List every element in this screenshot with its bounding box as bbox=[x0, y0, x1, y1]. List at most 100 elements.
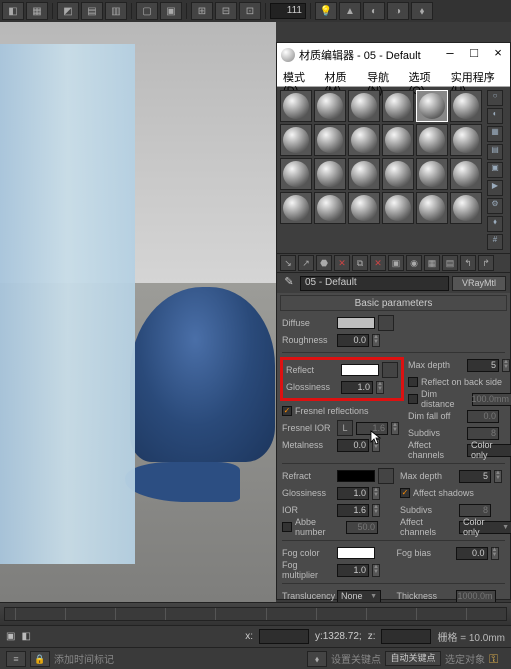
material-slot[interactable] bbox=[416, 124, 448, 156]
refract-map-button[interactable] bbox=[378, 468, 394, 484]
menu-navigate[interactable]: 导航(N) bbox=[367, 69, 401, 84]
material-slot[interactable] bbox=[314, 90, 346, 122]
timeline[interactable] bbox=[0, 603, 511, 625]
eyedropper-icon[interactable]: ✎ bbox=[281, 275, 297, 291]
set-key-icon[interactable]: ⬧ bbox=[307, 651, 327, 667]
spinner-arrows[interactable]: ▲▼ bbox=[372, 487, 380, 500]
assign-button[interactable]: ⬣ bbox=[316, 255, 332, 271]
material-slot[interactable] bbox=[382, 90, 414, 122]
material-slot-selected[interactable] bbox=[416, 90, 448, 122]
material-slot[interactable] bbox=[416, 192, 448, 224]
spinner-arrows[interactable]: ▲▼ bbox=[372, 564, 380, 577]
light-icon[interactable]: 💡 bbox=[315, 2, 337, 20]
select-by-material-button[interactable]: ⬧ bbox=[487, 216, 503, 232]
toolbar-btn[interactable]: ◧ bbox=[2, 2, 24, 20]
material-slot[interactable] bbox=[348, 90, 380, 122]
minimize-button[interactable]: – bbox=[438, 45, 462, 65]
go-parent-button[interactable]: ↰ bbox=[460, 255, 476, 271]
material-slot[interactable] bbox=[280, 158, 312, 190]
lock-ior-button[interactable]: L bbox=[337, 420, 353, 436]
toolbar-number[interactable]: 111 bbox=[270, 3, 306, 19]
material-name-input[interactable]: 05 - Default bbox=[300, 276, 449, 291]
window-titlebar[interactable]: 材质编辑器 - 05 - Default – □ × bbox=[277, 43, 510, 67]
material-type-button[interactable]: VRayMtl bbox=[452, 276, 506, 291]
material-slot[interactable] bbox=[450, 124, 482, 156]
reflect-color-swatch[interactable] bbox=[341, 364, 379, 376]
toolbar-btn[interactable]: ▣ bbox=[160, 2, 182, 20]
spinner-arrows[interactable]: ▲▼ bbox=[376, 381, 384, 394]
refr-subdivs-spinner[interactable]: 8 bbox=[459, 504, 491, 517]
material-slot[interactable] bbox=[450, 192, 482, 224]
diffuse-color-swatch[interactable] bbox=[337, 317, 375, 329]
max-depth-spinner[interactable]: 5 bbox=[467, 359, 499, 372]
material-slot[interactable] bbox=[416, 158, 448, 190]
put-to-library-button[interactable]: ▣ bbox=[388, 255, 404, 271]
material-effects-button[interactable]: ◉ bbox=[406, 255, 422, 271]
material-slot[interactable] bbox=[382, 124, 414, 156]
material-id-button[interactable]: # bbox=[487, 234, 503, 250]
spinner-arrows[interactable]: ▲▼ bbox=[502, 359, 510, 372]
material-slot[interactable] bbox=[382, 158, 414, 190]
show-map-button[interactable]: ▦ bbox=[424, 255, 440, 271]
refr-glossiness-spinner[interactable]: 1.0 bbox=[337, 487, 369, 500]
lock-button[interactable]: 🔒 bbox=[30, 651, 50, 667]
timeline-track[interactable] bbox=[4, 607, 507, 621]
spinner-arrows[interactable]: ▲▼ bbox=[372, 504, 380, 517]
abbe-checkbox[interactable] bbox=[282, 522, 292, 532]
menu-options[interactable]: 选项(O) bbox=[409, 69, 443, 84]
material-slot[interactable] bbox=[348, 124, 380, 156]
refr-max-depth-spinner[interactable]: 5 bbox=[459, 470, 491, 483]
coord-z-input[interactable] bbox=[381, 629, 431, 644]
key-icon[interactable]: ⚿ bbox=[489, 652, 505, 666]
material-slot[interactable] bbox=[280, 192, 312, 224]
material-slot[interactable] bbox=[280, 90, 312, 122]
material-slot[interactable] bbox=[348, 158, 380, 190]
add-time-tag-label[interactable]: 添加时间标记 bbox=[54, 651, 114, 666]
spinner-arrows[interactable]: ▲▼ bbox=[494, 470, 502, 483]
preview-button[interactable]: ▶ bbox=[487, 180, 503, 196]
get-material-button[interactable]: ↘ bbox=[280, 255, 296, 271]
reflect-backside-checkbox[interactable] bbox=[408, 377, 418, 387]
fog-color-swatch[interactable] bbox=[337, 547, 375, 559]
toolbar-btn[interactable]: ◐ bbox=[363, 2, 385, 20]
menu-material[interactable]: 材质(M) bbox=[325, 69, 360, 84]
toolbar-btn[interactable]: ◩ bbox=[57, 2, 79, 20]
toolbar-btn[interactable]: ⊡ bbox=[239, 2, 261, 20]
uv-tiling-button[interactable]: ▤ bbox=[487, 144, 503, 160]
backlight-button[interactable]: ◐ bbox=[487, 108, 503, 124]
toolbar-btn[interactable]: ▲ bbox=[339, 2, 361, 20]
toolbar-btn[interactable]: ▢ bbox=[136, 2, 158, 20]
coord-x-input[interactable] bbox=[259, 629, 309, 644]
dim-distance-spinner[interactable]: 100.0mm bbox=[472, 393, 511, 406]
status-icon[interactable]: ▣ bbox=[6, 631, 15, 642]
material-slot[interactable] bbox=[314, 192, 346, 224]
affect-shadows-checkbox[interactable]: ✓ bbox=[400, 488, 410, 498]
material-slot[interactable] bbox=[280, 124, 312, 156]
auto-key-button[interactable]: 自动关键点 bbox=[385, 651, 441, 666]
maximize-button[interactable]: □ bbox=[462, 45, 486, 65]
affect-channels-dropdown[interactable]: Color only▼ bbox=[467, 444, 511, 457]
spinner-arrows[interactable]: ▲▼ bbox=[391, 422, 399, 435]
show-end-result-button[interactable]: ▤ bbox=[442, 255, 458, 271]
fog-multiplier-spinner[interactable]: 1.0 bbox=[337, 564, 369, 577]
material-slot[interactable] bbox=[314, 158, 346, 190]
spinner-arrows[interactable]: ▲▼ bbox=[491, 547, 499, 560]
material-slot[interactable] bbox=[450, 90, 482, 122]
toolbar-btn[interactable]: ⊞ bbox=[191, 2, 213, 20]
toolbar-btn[interactable]: ▤ bbox=[81, 2, 103, 20]
copy-button[interactable]: ⧉ bbox=[352, 255, 368, 271]
material-slot[interactable] bbox=[348, 192, 380, 224]
reset-button[interactable]: ✕ bbox=[334, 255, 350, 271]
roughness-spinner[interactable]: 0.0 bbox=[337, 334, 369, 347]
refl-glossiness-spinner[interactable]: 1.0 bbox=[341, 381, 373, 394]
toolbar-btn[interactable]: ▥ bbox=[105, 2, 127, 20]
translucency-dropdown[interactable]: None▼ bbox=[337, 590, 381, 603]
put-to-scene-button[interactable]: ↗ bbox=[298, 255, 314, 271]
sample-type-button[interactable]: ○ bbox=[487, 90, 503, 106]
viewport[interactable] bbox=[0, 22, 276, 602]
material-slot[interactable] bbox=[382, 192, 414, 224]
toolbar-btn[interactable]: ◑ bbox=[387, 2, 409, 20]
material-slot[interactable] bbox=[450, 158, 482, 190]
reflect-map-button[interactable] bbox=[382, 362, 398, 378]
diffuse-map-button[interactable] bbox=[378, 315, 394, 331]
